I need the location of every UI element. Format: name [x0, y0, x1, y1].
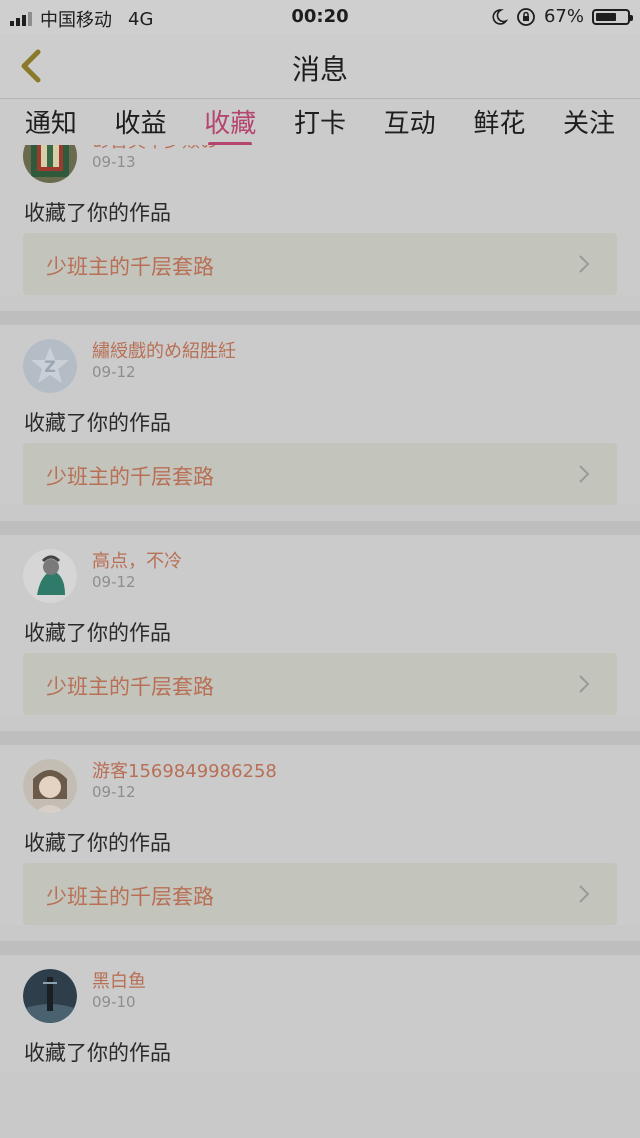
status-bar: 中国移动 4G 00:20 67%	[0, 0, 640, 34]
username[interactable]: あ含笑半步颠お	[92, 145, 218, 153]
tab-following[interactable]: 关注	[549, 99, 629, 140]
notification-user: 游客1569849986258 09-12	[23, 745, 617, 819]
orientation-lock-icon	[517, 7, 535, 26]
tab-earnings[interactable]: 收益	[101, 99, 181, 140]
notification-card: 游客1569849986258 09-12 收藏了你的作品 少班主的千层套路	[0, 731, 640, 925]
action-text: 收藏了你的作品	[24, 411, 171, 435]
tab-favorites[interactable]: 收藏	[190, 99, 270, 146]
tab-bar: 通知 收益 收藏 打卡 互动 鲜花 关注	[0, 99, 640, 146]
notification-feed[interactable]: あ含笑半步颠お 09-13 收藏了你的作品 少班主的千层套路 Z	[0, 145, 640, 1138]
avatar[interactable]	[23, 759, 77, 813]
avatar[interactable]: Z	[23, 339, 77, 393]
notification-card: あ含笑半步颠お 09-13 收藏了你的作品 少班主的千层套路	[0, 145, 640, 295]
notification-card: 黑白鱼 09-10 收藏了你的作品	[0, 941, 640, 1073]
work-link[interactable]: 少班主的千层套路	[23, 863, 617, 925]
notification-user: あ含笑半步颠お 09-13	[23, 145, 617, 189]
notification-date: 09-12	[92, 363, 136, 381]
nav-header: 消息	[0, 34, 640, 99]
svg-text:Z: Z	[44, 357, 56, 376]
notification-date: 09-10	[92, 993, 136, 1011]
username[interactable]: 黑白鱼	[92, 967, 146, 993]
chevron-right-icon	[579, 465, 590, 483]
battery-icon	[592, 8, 633, 25]
chevron-right-icon	[579, 675, 590, 693]
action-text: 收藏了你的作品	[24, 831, 171, 855]
tab-flowers[interactable]: 鲜花	[459, 99, 539, 140]
chevron-right-icon	[579, 255, 590, 273]
work-title: 少班主的千层套路	[46, 255, 214, 279]
work-link[interactable]: 少班主的千层套路	[23, 233, 617, 295]
chevron-right-icon	[579, 885, 590, 903]
tab-notice[interactable]: 通知	[11, 99, 91, 140]
avatar[interactable]	[23, 549, 77, 603]
work-title: 少班主的千层套路	[46, 675, 214, 699]
work-title: 少班主的千层套路	[46, 465, 214, 489]
action-text: 收藏了你的作品	[24, 1041, 171, 1065]
work-title: 少班主的千层套路	[46, 885, 214, 909]
tab-interaction[interactable]: 互动	[370, 99, 450, 140]
username[interactable]: 游客1569849986258	[92, 757, 277, 783]
notification-date: 09-13	[92, 153, 136, 171]
username[interactable]: 高点，不冷	[92, 547, 182, 573]
notification-user: 黑白鱼 09-10	[23, 955, 617, 1029]
avatar[interactable]	[23, 969, 77, 1023]
page-title: 消息	[291, 53, 348, 86]
notification-card: 高点，不冷 09-12 收藏了你的作品 少班主的千层套路	[0, 521, 640, 715]
action-text: 收藏了你的作品	[24, 621, 171, 645]
notification-user: Z 繡綬戲的め紹胜紝 09-12	[23, 325, 617, 399]
notification-card: Z 繡綬戲的め紹胜紝 09-12 收藏了你的作品 少班主的千层套路	[0, 311, 640, 505]
work-link[interactable]: 少班主的千层套路	[23, 653, 617, 715]
battery-percent: 67%	[543, 6, 584, 27]
username[interactable]: 繡綬戲的め紹胜紝	[92, 337, 236, 363]
work-link[interactable]: 少班主的千层套路	[23, 443, 617, 505]
action-text: 收藏了你的作品	[24, 201, 171, 225]
moon-icon	[492, 8, 508, 25]
tab-checkin[interactable]: 打卡	[280, 99, 360, 140]
status-right: 67%	[490, 6, 633, 27]
avatar[interactable]	[23, 145, 77, 183]
notification-user: 高点，不冷 09-12	[23, 535, 617, 609]
notification-date: 09-12	[92, 783, 136, 801]
notification-date: 09-12	[92, 573, 136, 591]
